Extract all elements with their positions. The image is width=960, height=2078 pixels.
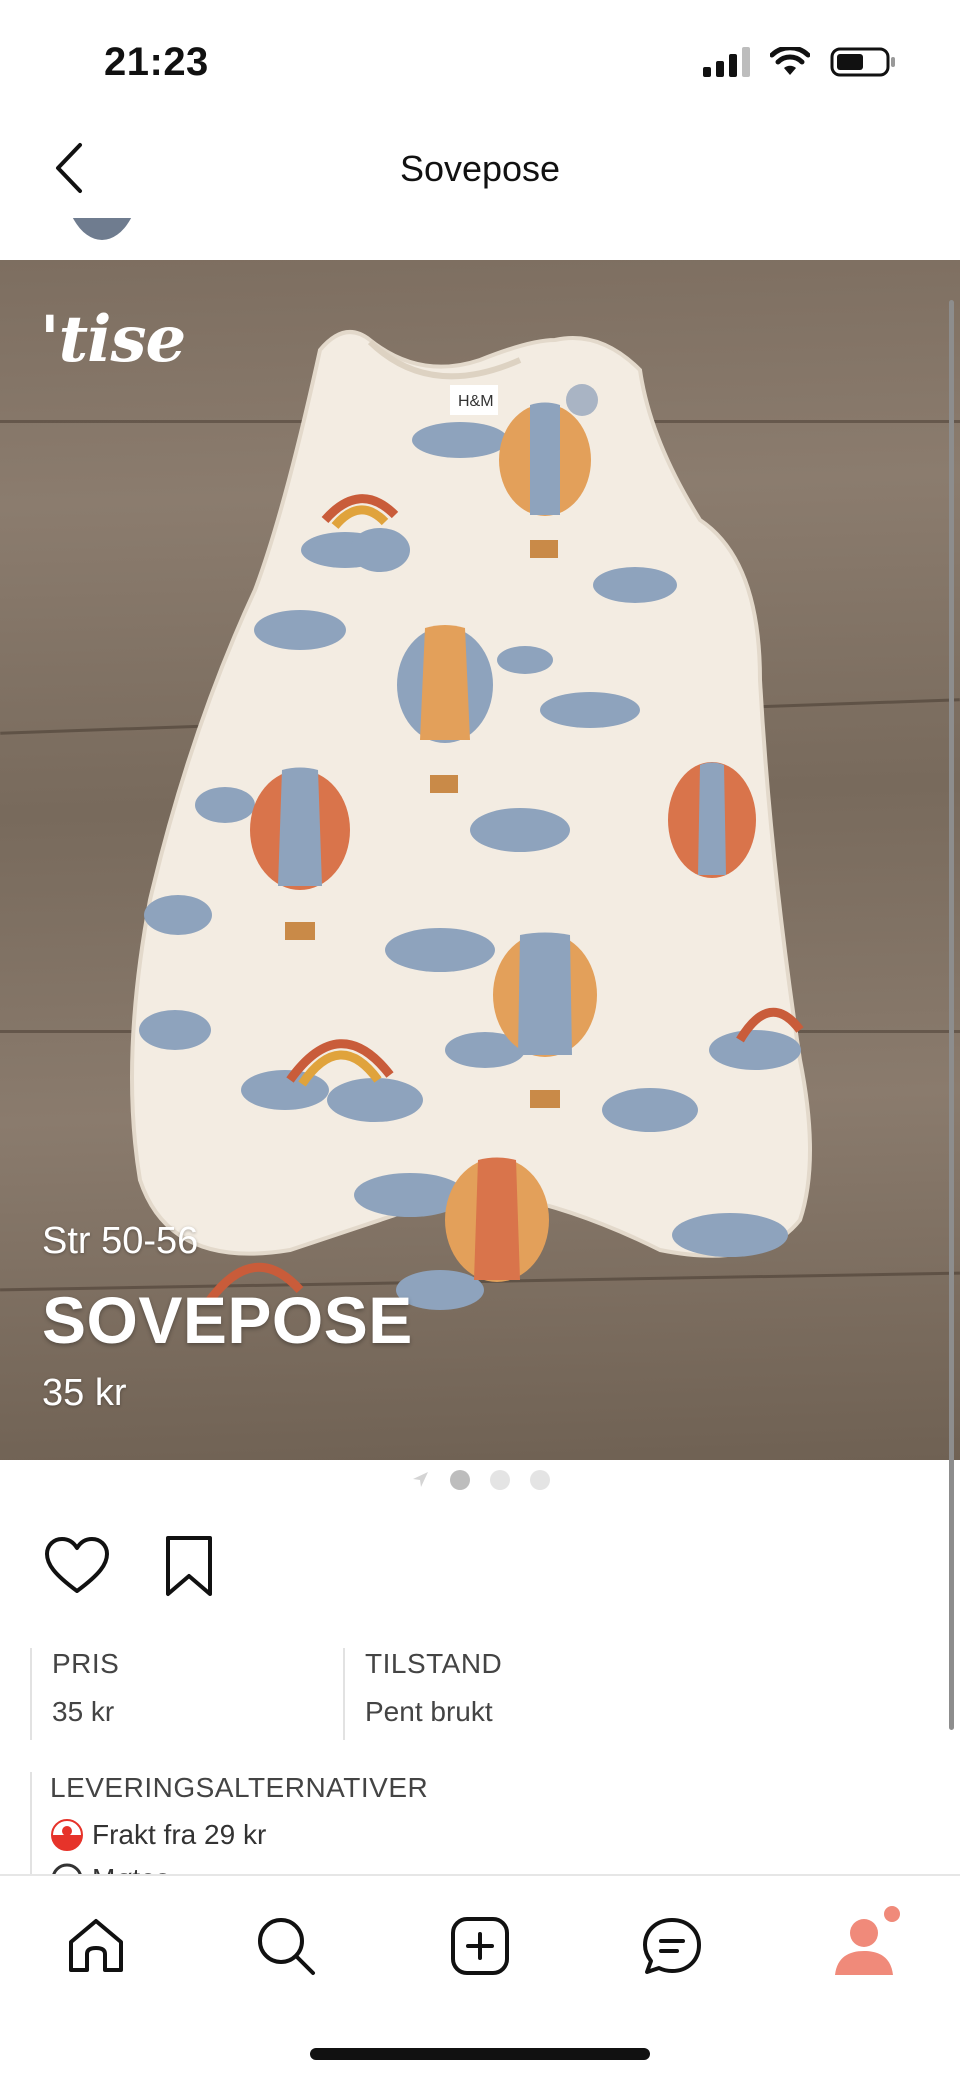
messages-icon xyxy=(643,1918,701,1974)
nav-messages[interactable] xyxy=(632,1906,712,1986)
carousel-indicators xyxy=(0,1470,960,1490)
delivery-label: LEVERINGSALTERNATIVER xyxy=(50,1772,429,1803)
condition-value: Pent brukt xyxy=(365,1696,493,1727)
search-icon xyxy=(258,1918,315,1975)
delivery-option-shipping[interactable]: Frakt fra 29 kr xyxy=(50,1818,910,1852)
sleeping-bag-photo: H&M xyxy=(130,330,812,1310)
page-title: Sovepose xyxy=(399,148,561,189)
action-bar xyxy=(44,1534,216,1598)
bottom-nav xyxy=(0,1874,960,2078)
home-icon xyxy=(69,1919,123,1972)
home-indicator xyxy=(310,2048,650,2060)
wifi-icon xyxy=(770,47,810,75)
add-listing-icon xyxy=(451,1917,509,1975)
nav-profile[interactable] xyxy=(824,1906,904,1986)
status-icons xyxy=(703,46,896,78)
svg-text:H&M: H&M xyxy=(458,393,494,410)
carousel-dot[interactable] xyxy=(450,1470,470,1490)
image-price-text: 35 kr xyxy=(42,1372,127,1414)
info-grid: PRIS 35 kr TILSTAND Pent brukt xyxy=(30,1648,910,1740)
scrollbar[interactable] xyxy=(949,300,954,1730)
delivery-option-text: Frakt fra 29 kr xyxy=(92,1819,267,1850)
image-size-text: Str 50-56 xyxy=(42,1220,199,1262)
nav-add-listing[interactable] xyxy=(440,1906,520,1986)
nav-home[interactable] xyxy=(56,1906,136,1986)
condition-cell: TILSTAND Pent brukt xyxy=(343,1648,656,1740)
status-time: 21:23 xyxy=(104,40,209,84)
profile-icon xyxy=(835,1919,893,1975)
nav-search[interactable] xyxy=(246,1906,326,1986)
location-arrow-icon xyxy=(413,1472,428,1487)
condition-label: TILSTAND xyxy=(365,1648,503,1679)
header: Sovepose xyxy=(0,130,960,260)
heart-icon[interactable] xyxy=(44,1536,110,1596)
price-label: PRIS xyxy=(52,1648,120,1679)
status-bar: 21:23 xyxy=(0,0,960,130)
price-value: 35 kr xyxy=(52,1696,115,1727)
carousel-dot[interactable] xyxy=(490,1470,510,1490)
carousel-dot[interactable] xyxy=(530,1470,550,1490)
price-cell: PRIS 35 kr xyxy=(30,1648,343,1740)
image-title-text: SOVEPOSE xyxy=(42,1283,413,1357)
product-image[interactable]: H&M 'tise Str 50-56 SOVEPOSE 35 kr xyxy=(0,260,960,1460)
battery-icon xyxy=(830,47,895,77)
cellular-signal-icon xyxy=(703,47,750,77)
tise-logo: 'tise xyxy=(40,302,186,377)
posten-logo-icon xyxy=(51,1819,83,1851)
bookmark-icon[interactable] xyxy=(162,1534,216,1598)
notification-dot xyxy=(884,1906,900,1922)
delivery-section: LEVERINGSALTERNATIVER Frakt fra 29 kr Mø… xyxy=(30,1772,910,1876)
